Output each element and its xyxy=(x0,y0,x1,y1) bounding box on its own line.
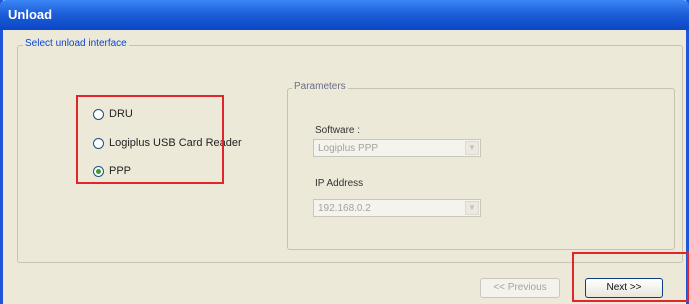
chevron-down-icon[interactable]: ▼ xyxy=(465,201,479,215)
ip-address-label: IP Address xyxy=(315,178,364,189)
highlight-interface-options xyxy=(76,95,224,184)
title-bar: Unload xyxy=(0,0,689,30)
chevron-down-icon[interactable]: ▼ xyxy=(465,141,479,155)
highlight-next-button xyxy=(572,252,689,302)
interface-legend: Select unload interface xyxy=(23,38,129,49)
software-value: Logiplus PPP xyxy=(318,143,379,154)
unload-window: Unload Select unload interface DRU Logip… xyxy=(0,0,689,304)
ip-address-combobox[interactable]: 192.168.0.2 ▼ xyxy=(313,199,481,217)
software-label: Software : xyxy=(315,125,361,136)
parameters-groupbox: Parameters xyxy=(287,81,675,250)
ip-address-value: 192.168.0.2 xyxy=(318,203,371,214)
software-combobox[interactable]: Logiplus PPP ▼ xyxy=(313,139,481,157)
parameters-legend: Parameters xyxy=(292,81,348,92)
previous-button[interactable]: << Previous xyxy=(480,278,560,298)
window-title: Unload xyxy=(8,7,53,22)
